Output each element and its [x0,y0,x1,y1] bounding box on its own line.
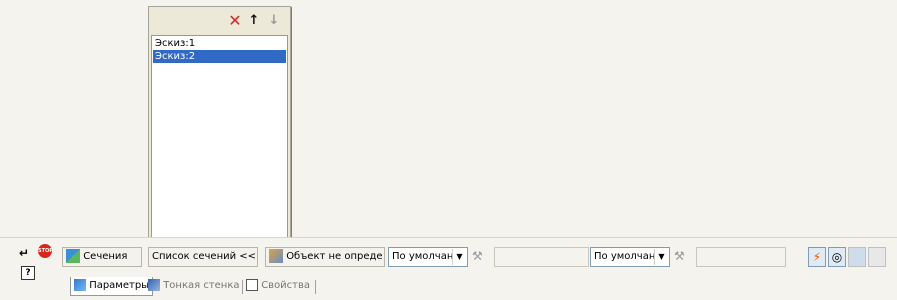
list-item[interactable]: Эскиз:2 [153,50,286,63]
popup-toolbar: ✕ ↑ ↓ [149,7,290,35]
disabled-field-2 [696,247,786,267]
parameters-icon [74,279,86,291]
sections-button-label: Сечения [83,251,128,262]
enter-icon[interactable]: ↵ [19,246,29,260]
panel-row: Сечения Список сечений << Объект не опре… [62,247,897,269]
move-down-icon[interactable]: ↓ [266,13,282,29]
disabled-icon-a [848,247,866,267]
disabled-field-1 [494,247,589,267]
auto-create-icon[interactable]: ⚡ [808,247,826,267]
tab-label: Свойства [261,280,311,291]
chevron-down-icon[interactable]: ▼ [452,249,466,265]
tab-label: Тонкая стенка [163,280,240,291]
panel-controls: ↵ STOP ? [5,238,55,298]
sections-list-button[interactable]: Список сечений << [148,247,258,267]
chevron-down-icon[interactable]: ▼ [654,249,668,265]
delete-icon[interactable]: ✕ [227,13,243,29]
tab-label: Параметры [89,280,150,291]
dropdown-value: По умолчан [392,251,454,262]
sections-button[interactable]: Сечения [62,247,142,267]
object-select-button[interactable]: Объект не опреде [265,247,385,267]
help-icon[interactable]: ? [21,266,35,280]
sections-list[interactable]: Эскиз:1 Эскиз:2 [151,35,288,243]
dropdown-value: По умолчан [594,251,656,262]
properties-icon [246,279,258,291]
property-panel: ↵ STOP ? Сечения Список сечений << Объек… [0,237,897,300]
workspace[interactable] [0,0,897,237]
tab-thin-wall[interactable]: Тонкая стенка [148,277,240,295]
thin-wall-icon [148,279,160,291]
dropdown-default-1[interactable]: По умолчан ▼ [388,247,468,267]
object-label: Объект не опреде [286,251,383,262]
object-icon [269,249,283,263]
preview-icon[interactable]: ◎ [828,247,846,267]
dropdown-default-2[interactable]: По умолчан ▼ [590,247,670,267]
panel-tabs: Параметры Тонкая стенка Свойства [62,277,382,297]
sections-list-button-label: Список сечений << [152,251,257,262]
sections-icon [66,249,80,263]
disabled-icon-b [868,247,886,267]
stop-icon[interactable]: STOP [38,244,53,258]
tab-parameters[interactable]: Параметры [70,277,154,296]
tab-separator [242,280,243,294]
disabled-tool-icon: ⚒ [472,249,483,263]
sections-list-popup: ✕ ↑ ↓ Эскиз:1 Эскиз:2 [148,6,291,245]
list-item[interactable]: Эскиз:1 [153,37,286,50]
disabled-tool-icon: ⚒ [674,249,685,263]
move-up-icon[interactable]: ↑ [246,13,262,29]
tab-separator [315,280,316,294]
tab-properties[interactable]: Свойства [246,277,310,295]
